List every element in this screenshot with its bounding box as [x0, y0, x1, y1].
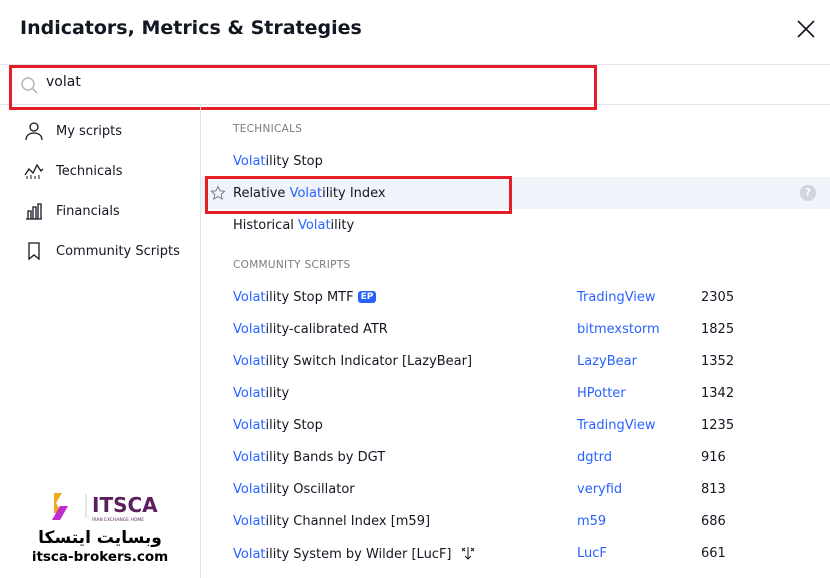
item-name-prefix: Historical: [233, 217, 299, 233]
item-name-rest: ility Switch Indicator [LazyBear]: [265, 353, 473, 369]
item-name-match: Volat: [233, 153, 266, 169]
itsca-watermark-logo: ITSCA IRAN EXCHANGE HOME وبسایت ایتسکا i…: [10, 488, 190, 568]
list-item[interactable]: Volatility Stop: [201, 145, 830, 177]
likes-count: 1825: [701, 321, 735, 337]
bookmark-icon: [28, 242, 40, 261]
close-icon[interactable]: [795, 18, 817, 40]
chart-icon: [24, 163, 44, 179]
item-name-match: Volat: [233, 546, 266, 562]
search-input[interactable]: [46, 74, 546, 90]
item-name-rest: ility Index: [322, 185, 386, 201]
author-link[interactable]: bitmexstorm: [577, 322, 660, 337]
sidebar-item-label: My scripts: [56, 123, 123, 139]
item-name-rest: ility Stop MTF: [265, 289, 354, 305]
search-icon: [21, 77, 38, 94]
item-name-rest: ility: [265, 385, 290, 401]
bar-chart-icon: [26, 203, 42, 220]
likes-count: 1352: [701, 353, 735, 369]
item-name-match: Volat: [289, 185, 323, 201]
list-item[interactable]: Volatility HPotter 1342: [201, 377, 830, 409]
item-name-match: Volat: [233, 481, 266, 497]
sidebar-item-label: Community Scripts: [56, 243, 180, 259]
list-item[interactable]: Volatility Switch Indicator [LazyBear] L…: [201, 345, 830, 377]
svg-text:itsca-brokers.com: itsca-brokers.com: [32, 549, 168, 565]
list-item[interactable]: Historical Volatility: [201, 209, 830, 241]
item-name-rest: ility Channel Index [m59]: [265, 513, 431, 529]
likes-count: 813: [701, 481, 726, 497]
item-name-rest: ility Stop: [265, 153, 323, 169]
list-item[interactable]: Volatility System by Wilder [LucF] LucF …: [201, 537, 830, 569]
user-icon: [25, 122, 43, 141]
item-name-match: Volat: [233, 513, 266, 529]
section-header-community: COMMUNITY SCRIPTS: [233, 259, 351, 271]
svg-text:ITSCA: ITSCA: [92, 493, 158, 517]
likes-count: 2305: [701, 289, 735, 305]
item-name-rest: ility Bands by DGT: [265, 449, 386, 465]
likes-count: 1342: [701, 385, 735, 401]
item-name-rest: ility: [330, 217, 355, 233]
author-link[interactable]: HPotter: [577, 386, 626, 401]
item-name-match: Volat: [233, 353, 266, 369]
svg-text:وبسایت ایتسکا: وبسایت ایتسکا: [38, 528, 162, 548]
item-name-match: Volat: [298, 217, 331, 233]
likes-count: 916: [701, 449, 726, 465]
author-link[interactable]: dgtrd: [577, 450, 612, 465]
likes-count: 1235: [701, 417, 735, 433]
list-item[interactable]: Volatility Bands by DGT dgtrd 916: [201, 441, 830, 473]
search-bar: [0, 64, 830, 105]
item-name-rest: ility Oscillator: [265, 481, 355, 497]
sidebar-item-community-scripts[interactable]: Community Scripts: [24, 239, 180, 263]
item-name-prefix: Relative: [233, 185, 290, 201]
item-name-rest: ility System by Wilder [LucF]: [265, 546, 452, 562]
author-link[interactable]: LucF: [577, 546, 607, 561]
sidebar-item-technicals[interactable]: Technicals: [24, 159, 122, 183]
sidebar-item-label: Technicals: [56, 163, 123, 179]
svg-text:IRAN EXCHANGE HOME: IRAN EXCHANGE HOME: [92, 517, 144, 523]
item-name-match: Volat: [233, 385, 266, 401]
author-link[interactable]: LazyBear: [577, 354, 637, 369]
author-link[interactable]: veryfid: [577, 482, 622, 497]
list-item[interactable]: Volatility Stop MTF EP TradingView 2305: [201, 281, 830, 313]
item-name-rest: ility-calibrated ATR: [265, 321, 388, 337]
item-name-match: Volat: [233, 321, 266, 337]
author-link[interactable]: m59: [577, 514, 606, 529]
sidebar-item-my-scripts[interactable]: My scripts: [24, 119, 122, 143]
strategy-icon: [461, 546, 474, 560]
item-name-match: Volat: [233, 417, 266, 433]
sidebar-item-label: Financials: [56, 203, 120, 219]
list-item[interactable]: Volatility Stop TradingView 1235: [201, 409, 830, 441]
section-header-technicals: TECHNICALS: [233, 123, 303, 135]
list-item[interactable]: Volatility Oscillator veryfid 813: [201, 473, 830, 505]
item-name-rest: ility Stop: [265, 417, 323, 433]
sidebar-item-financials[interactable]: Financials: [24, 199, 120, 223]
list-item[interactable]: Volatility Channel Index [m59] m59 686: [201, 505, 830, 537]
star-icon[interactable]: [210, 185, 226, 201]
author-link[interactable]: TradingView: [577, 290, 656, 305]
ep-badge: EP: [357, 290, 377, 303]
list-item[interactable]: Volatility-calibrated ATR bitmexstorm 18…: [201, 313, 830, 345]
likes-count: 686: [701, 513, 726, 529]
item-name-match: Volat: [233, 289, 266, 305]
help-icon[interactable]: ?: [800, 185, 816, 201]
item-name-match: Volat: [233, 449, 266, 465]
likes-count: 661: [701, 545, 726, 561]
dialog-title: Indicators, Metrics & Strategies: [20, 17, 362, 39]
author-link[interactable]: TradingView: [577, 418, 656, 433]
list-item[interactable]: Relative Volatility Index ?: [201, 177, 830, 209]
